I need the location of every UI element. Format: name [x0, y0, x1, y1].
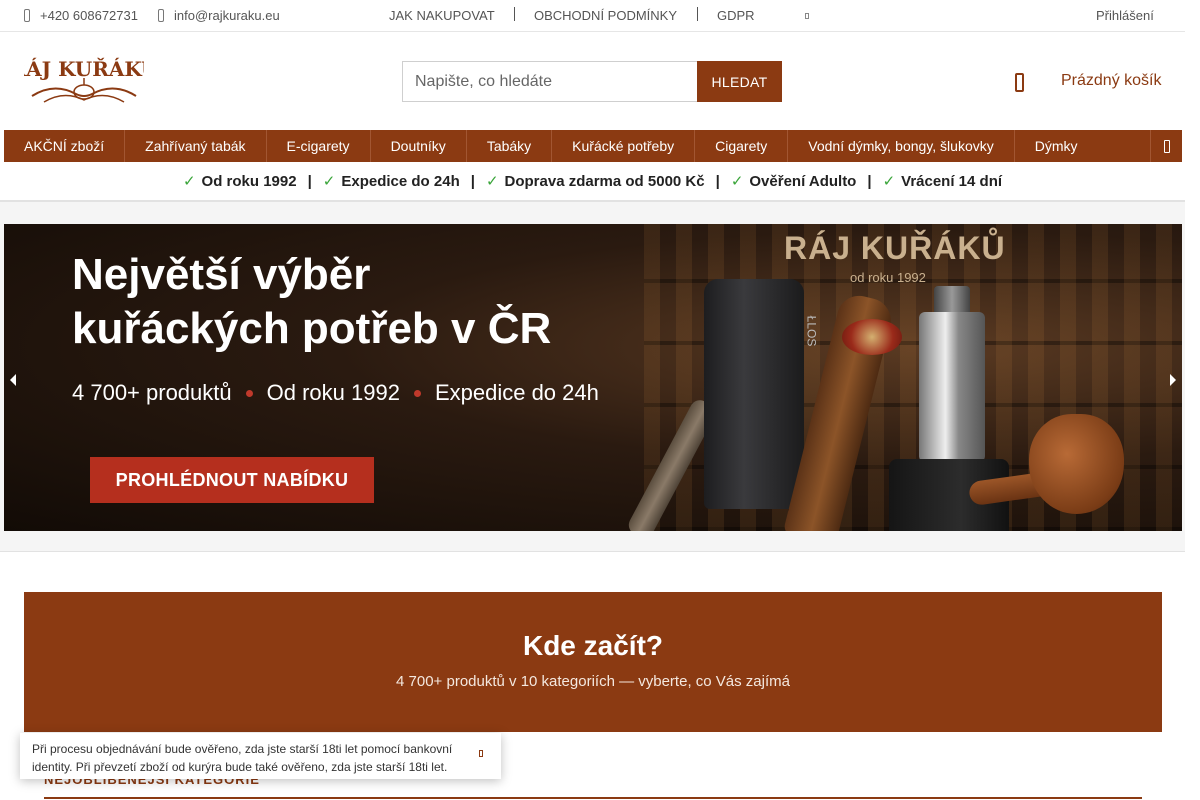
nav-more-button[interactable]: [1150, 130, 1182, 162]
login-label[interactable]: Přihlášení: [1096, 8, 1154, 23]
age-verification-notice: Při procesu objednávání bude ověřeno, zd…: [20, 733, 501, 779]
link-gdpr-label[interactable]: GDPR: [717, 8, 755, 23]
pipe-bowl-image: [1029, 414, 1124, 514]
banner-title: Největší výběr kuřáckých potřeb v ČR: [72, 248, 672, 356]
benefit-label: Doprava zdarma od 5000 Kč: [504, 172, 705, 190]
nav-item-dymky[interactable]: Dýmky: [1015, 130, 1098, 162]
benefit-label: Ověření Adulto: [749, 172, 857, 190]
benefit-item: ✓ Expedice do 24h: [322, 172, 460, 191]
divider: |: [470, 172, 475, 190]
benefit-item: ✓ Doprava zdarma od 5000 Kč: [485, 172, 705, 191]
divider: |: [307, 172, 312, 190]
banner-subtitle: 4 700+ produktů Od roku 1992 Expedice do…: [72, 380, 599, 406]
email-address[interactable]: info@rajkuraku.eu: [174, 8, 280, 23]
banner-title-line: kuřáckých potřeb v ČR: [72, 304, 552, 353]
banner-sub-item: Od roku 1992: [266, 380, 400, 405]
banner-brand: RÁJ KUŘÁKŮ: [784, 230, 1006, 266]
carousel-next-icon[interactable]: [1170, 374, 1176, 386]
divider: |: [867, 172, 872, 190]
logo[interactable]: RÁJ KUŘÁKŮ: [10, 52, 158, 110]
cart-label[interactable]: Prázdný košík: [1061, 72, 1161, 90]
menu-icon: [1163, 139, 1170, 153]
logo-graphic: RÁJ KUŘÁKŮ: [10, 56, 158, 103]
start-subtitle: 4 700+ produktů v 10 kategoriích — vyber…: [396, 673, 790, 690]
vape-tank-image: [919, 312, 985, 462]
nav-item-zahrivany-tabak[interactable]: Zahřívaný tabák: [125, 130, 267, 162]
phone-number[interactable]: +420 608672731: [40, 8, 138, 23]
check-icon: ✓: [485, 173, 499, 190]
close-icon[interactable]: [479, 750, 483, 757]
nav-item-akcni-zbozi[interactable]: AKČNÍ zboží: [4, 130, 126, 162]
phone-contact[interactable]: +420 608672731: [24, 0, 138, 31]
benefits-bar: ✓ Od roku 1992 | ✓ Expedice do 24h | ✓ Dopr…: [0, 162, 1185, 202]
cigar-band-image: [842, 319, 902, 355]
divider: [697, 7, 698, 21]
link-jak-nakupovat-label[interactable]: JAK NAKUPOVAT: [389, 8, 495, 23]
phone-icon: [24, 9, 30, 22]
check-icon: ✓: [882, 173, 896, 190]
nav-item-e-cigarety[interactable]: E-cigarety: [267, 130, 371, 162]
benefit-item: ✓ Ověření Adulto: [730, 172, 857, 191]
email-contact[interactable]: info@rajkuraku.eu: [158, 0, 280, 31]
check-icon: ✓: [182, 173, 196, 190]
start-section: Kde začít? 4 700+ produktů v 10 kategori…: [24, 592, 1162, 732]
logo-text: RÁJ KUŘÁKŮ: [24, 56, 144, 81]
notice-text: Při procesu objednávání bude ověřeno, zd…: [32, 742, 453, 774]
section-divider: [44, 797, 1142, 799]
start-title: Kde začít?: [522, 630, 664, 661]
link-obchodni-podminky[interactable]: OBCHODNÍ PODMÍNKY: [534, 0, 677, 31]
divider: |: [715, 172, 720, 190]
login-link[interactable]: Přihlášení: [1096, 0, 1154, 31]
nav-item-kuracke-potreby[interactable]: Kuřácké potřeby: [552, 130, 696, 162]
cart-icon[interactable]: [1015, 73, 1024, 92]
hero-banner[interactable]: RÁJ KUŘÁKŮ od roku 1992 ŁLOS Největší vý…: [4, 224, 1182, 531]
envelope-icon: [158, 9, 164, 22]
nav-item-tabaky[interactable]: Tabáky: [467, 130, 553, 162]
search-button[interactable]: HLEDAT: [697, 61, 782, 102]
divider: [514, 7, 515, 21]
nav-item-cigarety[interactable]: Cigarety: [695, 130, 789, 162]
banner-title-line: Největší výběr: [72, 250, 371, 299]
main-nav: AKČNÍ zboží Zahřívaný tabák E-cigarety D…: [4, 130, 1182, 162]
check-icon: ✓: [322, 173, 336, 190]
carousel-prev-icon[interactable]: [10, 374, 16, 386]
bullet-icon: [413, 389, 421, 397]
link-obchodni-podminky-label[interactable]: OBCHODNÍ PODMÍNKY: [534, 8, 677, 23]
banner-sub-item: Expedice do 24h: [434, 380, 599, 405]
search-input[interactable]: [402, 61, 697, 102]
benefit-label: Expedice do 24h: [341, 172, 460, 190]
more-links-icon[interactable]: [805, 13, 809, 19]
banner-since: od roku 1992: [850, 270, 926, 285]
benefit-item: ✓ Vrácení 14 dní: [882, 172, 1003, 191]
heated-tobacco-device-image: [704, 279, 804, 509]
benefit-label: Vrácení 14 dní: [901, 172, 1003, 190]
banner-cta-button[interactable]: PROHLÉDNOUT NABÍDKU: [90, 457, 374, 503]
device-label: ŁLOS: [804, 315, 819, 347]
top-bar: +420 608672731 info@rajkuraku.eu JAK NAK…: [0, 0, 1185, 32]
bullet-icon: [245, 389, 253, 397]
banner-sub-item: 4 700+ produktů: [72, 380, 232, 405]
search-bar: HLEDAT: [402, 61, 782, 102]
link-jak-nakupovat[interactable]: JAK NAKUPOVAT: [389, 0, 495, 31]
check-icon: ✓: [730, 173, 744, 190]
link-gdpr[interactable]: GDPR: [717, 0, 755, 31]
nav-item-doutniky[interactable]: Doutníky: [371, 130, 467, 162]
benefit-item: ✓ Od roku 1992: [182, 172, 297, 191]
hero-section: RÁJ KUŘÁKŮ od roku 1992 ŁLOS Největší vý…: [0, 202, 1185, 552]
nav-item-vodni-dymky[interactable]: Vodní dýmky, bongy, šlukovky: [788, 130, 1015, 162]
benefit-label: Od roku 1992: [201, 172, 297, 190]
